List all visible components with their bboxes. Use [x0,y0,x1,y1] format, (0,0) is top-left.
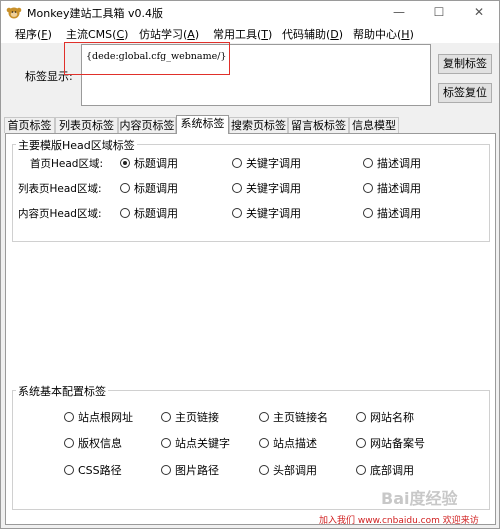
basic-config-radio-option[interactable]: 图片路径 [161,462,219,478]
head-region-group-title: 主要模版Head区域标签 [16,137,137,153]
basic-config-radio-option[interactable]: 站点关键字 [161,435,230,451]
basic-config-radio-option[interactable]: CSS路径 [64,462,122,478]
radio-button-icon[interactable] [259,438,269,448]
radio-option-label: 主页链接 [175,411,219,424]
tab-list-tags[interactable]: 列表页标签 [55,117,118,133]
radio-button-icon[interactable] [356,465,366,475]
basic-config-radio-option[interactable]: 头部调用 [259,462,317,478]
radio-option-label: 网站备案号 [370,437,425,450]
radio-option-label: 描述调用 [377,157,421,170]
head-radio-option[interactable]: 描述调用 [363,155,421,171]
radio-button-icon[interactable] [64,438,74,448]
radio-button-icon[interactable] [232,183,242,193]
head-radio-option[interactable]: 标题调用 [120,180,178,196]
radio-option-label: 主页链接名 [273,411,328,424]
basic-config-radio-option[interactable]: 底部调用 [356,462,414,478]
annotation-highlight-box [64,42,230,75]
tab-guestbook-tags[interactable]: 留言板标签 [288,117,349,133]
radio-option-label: 描述调用 [377,182,421,195]
tab-system-tags[interactable]: 系统标签 [176,115,229,134]
head-row-label: 首页Head区域: [30,158,103,170]
radio-button-icon[interactable] [161,412,171,422]
window-title: Monkey建站工具箱 v0.4版 [27,7,163,20]
radio-option-label: 标题调用 [134,157,178,170]
radio-button-icon[interactable] [120,208,130,218]
menu-bar: 程序(F) 主流CMS(C) 仿站学习(A) 常用工具(T) 代码辅助(D) 帮… [1,23,499,43]
radio-option-label: 版权信息 [78,437,122,450]
footer-note: 加入我们 www.cnbaidu.com 欢迎来访 [319,516,479,526]
radio-option-label: 站点关键字 [175,437,230,450]
radio-button-icon[interactable] [259,412,269,422]
radio-option-label: 网站名称 [370,411,414,424]
tab-info-model[interactable]: 信息模型 [349,117,399,133]
menu-code-assist[interactable]: 代码辅助(D) [282,26,343,42]
radio-option-label: 标题调用 [134,207,178,220]
tab-search-tags[interactable]: 搜索页标签 [229,117,288,133]
radio-button-icon[interactable] [120,158,130,168]
tab-content-tags[interactable]: 内容页标签 [118,117,176,133]
monkey-app-icon [6,7,22,19]
basic-config-radio-option[interactable]: 网站名称 [356,409,414,425]
copy-tag-button[interactable]: 复制标签 [438,54,492,74]
minimize-button[interactable]: — [379,1,419,23]
menu-help-center[interactable]: 帮助中心(H) [353,26,414,42]
menu-clone-study[interactable]: 仿站学习(A) [139,26,199,42]
radio-button-icon[interactable] [356,412,366,422]
head-radio-option[interactable]: 标题调用 [120,155,178,171]
basic-config-radio-option[interactable]: 网站备案号 [356,435,425,451]
tab-panel-system: 主要模版Head区域标签 首页Head区域: 标题调用 关键字调用 描述调用 列表页He… [5,133,496,525]
radio-option-label: 图片路径 [175,464,219,477]
radio-button-icon[interactable] [363,183,373,193]
radio-button-icon[interactable] [120,183,130,193]
basic-config-radio-option[interactable]: 站点根网址 [64,409,133,425]
radio-option-label: 标题调用 [134,182,178,195]
radio-button-icon[interactable] [64,465,74,475]
radio-option-label: 描述调用 [377,207,421,220]
radio-button-icon[interactable] [232,158,242,168]
head-radio-option[interactable]: 描述调用 [363,205,421,221]
basic-config-radio-option[interactable]: 站点描述 [259,435,317,451]
radio-option-label: 头部调用 [273,464,317,477]
basic-config-group-title: 系统基本配置标签 [16,383,108,399]
radio-option-label: 关键字调用 [246,157,301,170]
basic-config-radio-option[interactable]: 主页链接名 [259,409,328,425]
head-row-label: 列表页Head区域: [18,183,102,195]
radio-button-icon[interactable] [259,465,269,475]
radio-button-icon[interactable] [64,412,74,422]
maximize-button[interactable]: ☐ [419,1,459,23]
menu-common-tools[interactable]: 常用工具(T) [213,26,272,42]
basic-config-radio-option[interactable]: 主页链接 [161,409,219,425]
close-button[interactable]: ✕ [459,1,499,23]
radio-button-icon[interactable] [363,208,373,218]
radio-option-label: 底部调用 [370,464,414,477]
radio-option-label: CSS路径 [78,464,122,477]
reset-tag-button[interactable]: 标签复位 [438,83,492,103]
title-bar: Monkey建站工具箱 v0.4版 — ☐ ✕ [1,1,499,23]
tab-home-tags[interactable]: 首页标签 [4,117,55,133]
head-radio-option[interactable]: 关键字调用 [232,155,301,171]
menu-program[interactable]: 程序(F) [15,26,52,42]
baidu-watermark: Bai度经验 [381,489,458,508]
basic-config-radio-option[interactable]: 版权信息 [64,435,122,451]
head-radio-option[interactable]: 标题调用 [120,205,178,221]
head-radio-option[interactable]: 关键字调用 [232,180,301,196]
radio-button-icon[interactable] [161,438,171,448]
menu-cms[interactable]: 主流CMS(C) [66,26,128,42]
radio-button-icon[interactable] [232,208,242,218]
radio-option-label: 站点描述 [273,437,317,450]
head-radio-option[interactable]: 关键字调用 [232,205,301,221]
radio-option-label: 站点根网址 [78,411,133,424]
radio-option-label: 关键字调用 [246,182,301,195]
radio-button-icon[interactable] [356,438,366,448]
radio-button-icon[interactable] [161,465,171,475]
radio-option-label: 关键字调用 [246,207,301,220]
head-radio-option[interactable]: 描述调用 [363,180,421,196]
head-row-label: 内容页Head区域: [18,208,102,220]
app-window: Monkey建站工具箱 v0.4版 — ☐ ✕ 程序(F) 主流CMS(C) 仿… [0,0,500,529]
radio-button-icon[interactable] [363,158,373,168]
